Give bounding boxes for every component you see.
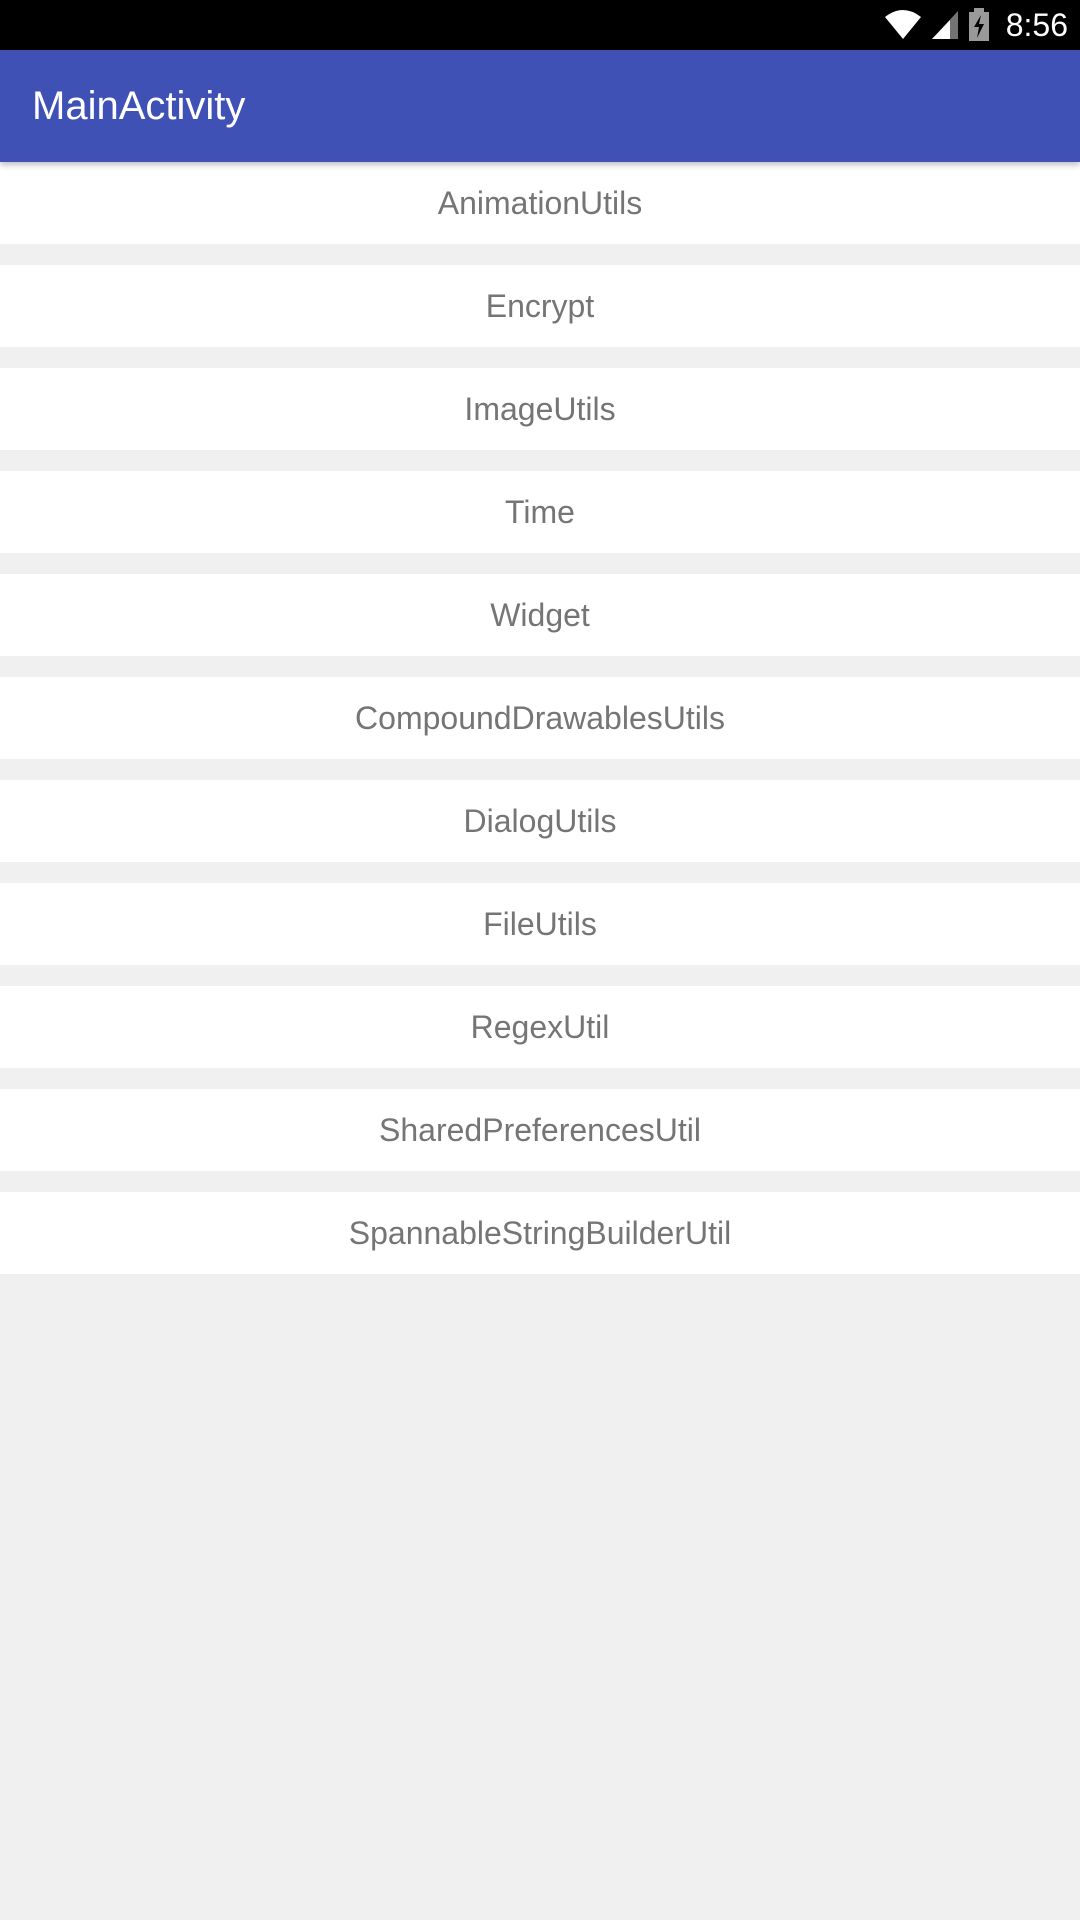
list-item-dialog-utils[interactable]: DialogUtils [0, 780, 1080, 862]
status-bar: 8:56 [0, 0, 1080, 50]
list-item-label: ImageUtils [464, 390, 616, 427]
list-item-time[interactable]: Time [0, 471, 1080, 553]
list-item-spannable-string-builder-util[interactable]: SpannableStringBuilderUtil [0, 1192, 1080, 1274]
list-item-file-utils[interactable]: FileUtils [0, 883, 1080, 965]
list-item-label: FileUtils [483, 905, 597, 942]
cell-signal-icon [931, 11, 958, 39]
list-item-label: Encrypt [485, 287, 595, 324]
list-item-encrypt[interactable]: Encrypt [0, 265, 1080, 347]
list-item-label: CompoundDrawablesUtils [355, 699, 725, 736]
list-item-label: Widget [490, 596, 590, 633]
app-bar: MainActivity [0, 50, 1080, 162]
list-item-label: RegexUtil [470, 1008, 610, 1045]
battery-charging-icon [968, 8, 989, 41]
utility-list: AnimationUtils Encrypt ImageUtils Time W… [0, 162, 1080, 1295]
list-item-shared-preferences-util[interactable]: SharedPreferencesUtil [0, 1089, 1080, 1171]
status-icons: 8:56 [884, 0, 1068, 50]
list-item-image-utils[interactable]: ImageUtils [0, 368, 1080, 450]
list-item-widget[interactable]: Widget [0, 574, 1080, 656]
list-item-regex-util[interactable]: RegexUtil [0, 986, 1080, 1068]
list-item-label: SharedPreferencesUtil [379, 1111, 701, 1148]
list-item-label: DialogUtils [463, 802, 617, 839]
list-item-label: AnimationUtils [437, 184, 643, 221]
status-time: 8:56 [1005, 6, 1068, 43]
list-item-animation-utils[interactable]: AnimationUtils [0, 162, 1080, 244]
list-item-label: Time [505, 493, 575, 530]
list-item-compound-drawables-utils[interactable]: CompoundDrawablesUtils [0, 677, 1080, 759]
wifi-icon [884, 10, 921, 39]
list-item-label: SpannableStringBuilderUtil [348, 1214, 732, 1251]
app-title: MainActivity [32, 84, 246, 128]
